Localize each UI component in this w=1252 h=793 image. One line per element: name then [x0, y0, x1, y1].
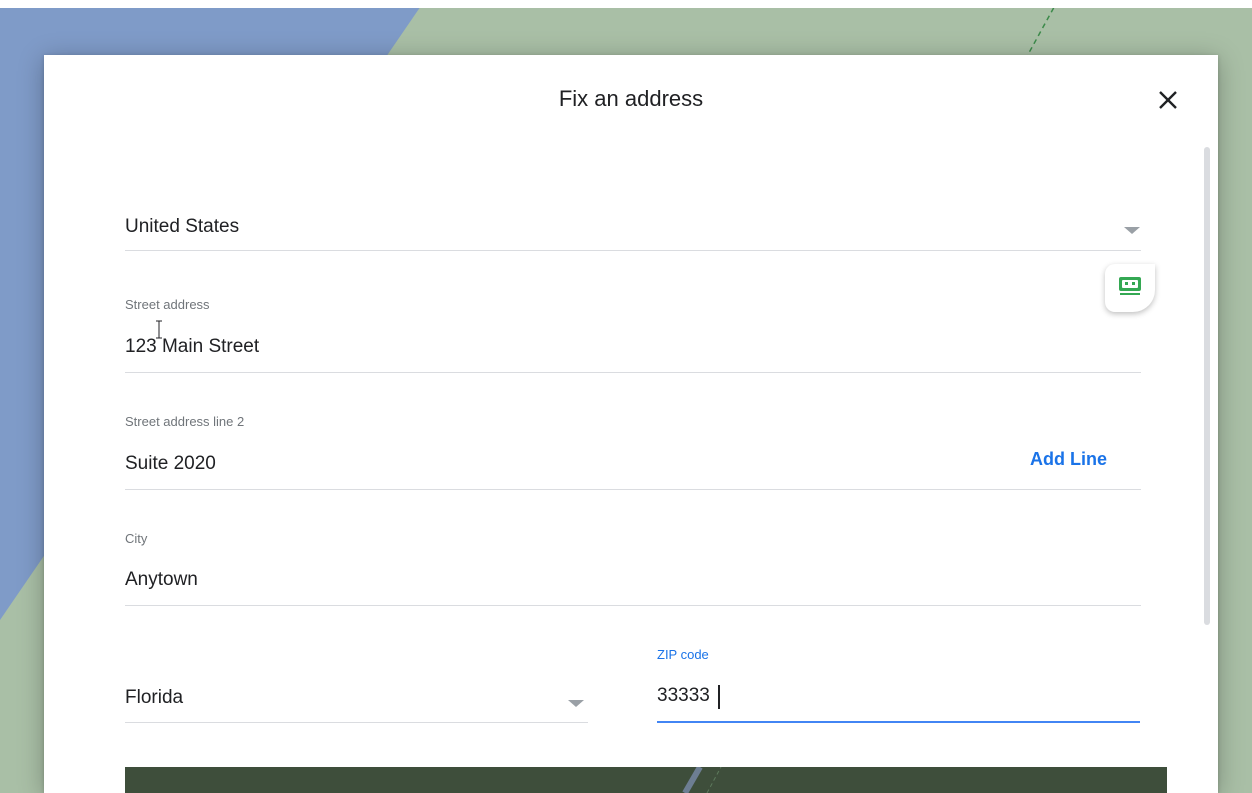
add-line-button[interactable]: Add Line	[1030, 449, 1107, 470]
close-icon	[1159, 91, 1177, 109]
zip-code-underline-focused	[657, 721, 1140, 723]
state-value: Florida	[125, 687, 184, 708]
street-address-line2-field[interactable]: Street address line 2 Suite 2020	[125, 414, 1141, 490]
state-underline	[125, 722, 588, 723]
zip-code-input[interactable]: 33333	[657, 684, 710, 708]
street-address-field[interactable]: Street address 123 Main Street	[125, 297, 1141, 373]
street-address-line2-input[interactable]: Suite 2020	[125, 452, 216, 476]
street-address-label: Street address	[125, 297, 210, 312]
keyboard-assist-icon	[1119, 277, 1141, 295]
country-select[interactable]: United States	[125, 205, 1141, 251]
country-value: United States	[125, 216, 240, 237]
street-address-underline	[125, 372, 1141, 373]
zip-code-field[interactable]: ZIP code 33333	[657, 647, 1140, 723]
street-address-line2-underline	[125, 489, 1141, 490]
city-underline	[125, 605, 1141, 606]
street-address-line2-label: Street address line 2	[125, 414, 245, 429]
text-insertion-caret	[718, 685, 720, 709]
city-label: City	[125, 531, 148, 546]
city-field[interactable]: City Anytown	[125, 531, 1141, 607]
country-underline	[125, 250, 1141, 251]
street-address-input[interactable]: 123 Main Street	[125, 335, 259, 359]
scrollbar-thumb[interactable]	[1204, 147, 1210, 625]
dialog-title: Fix an address	[558, 86, 704, 111]
fix-address-dialog: Fix an address United States Street addr…	[44, 55, 1218, 793]
text-cursor-icon	[156, 320, 162, 339]
chevron-down-icon	[568, 700, 584, 707]
zip-code-label: ZIP code	[657, 647, 709, 662]
map-preview-road	[125, 767, 1167, 793]
map-preview-banner	[125, 767, 1167, 793]
window-top-edge	[0, 0, 1252, 8]
chevron-down-icon	[1124, 227, 1140, 234]
close-button[interactable]	[1153, 85, 1183, 115]
city-input[interactable]: Anytown	[125, 568, 198, 592]
state-select[interactable]: Florida	[125, 675, 588, 723]
